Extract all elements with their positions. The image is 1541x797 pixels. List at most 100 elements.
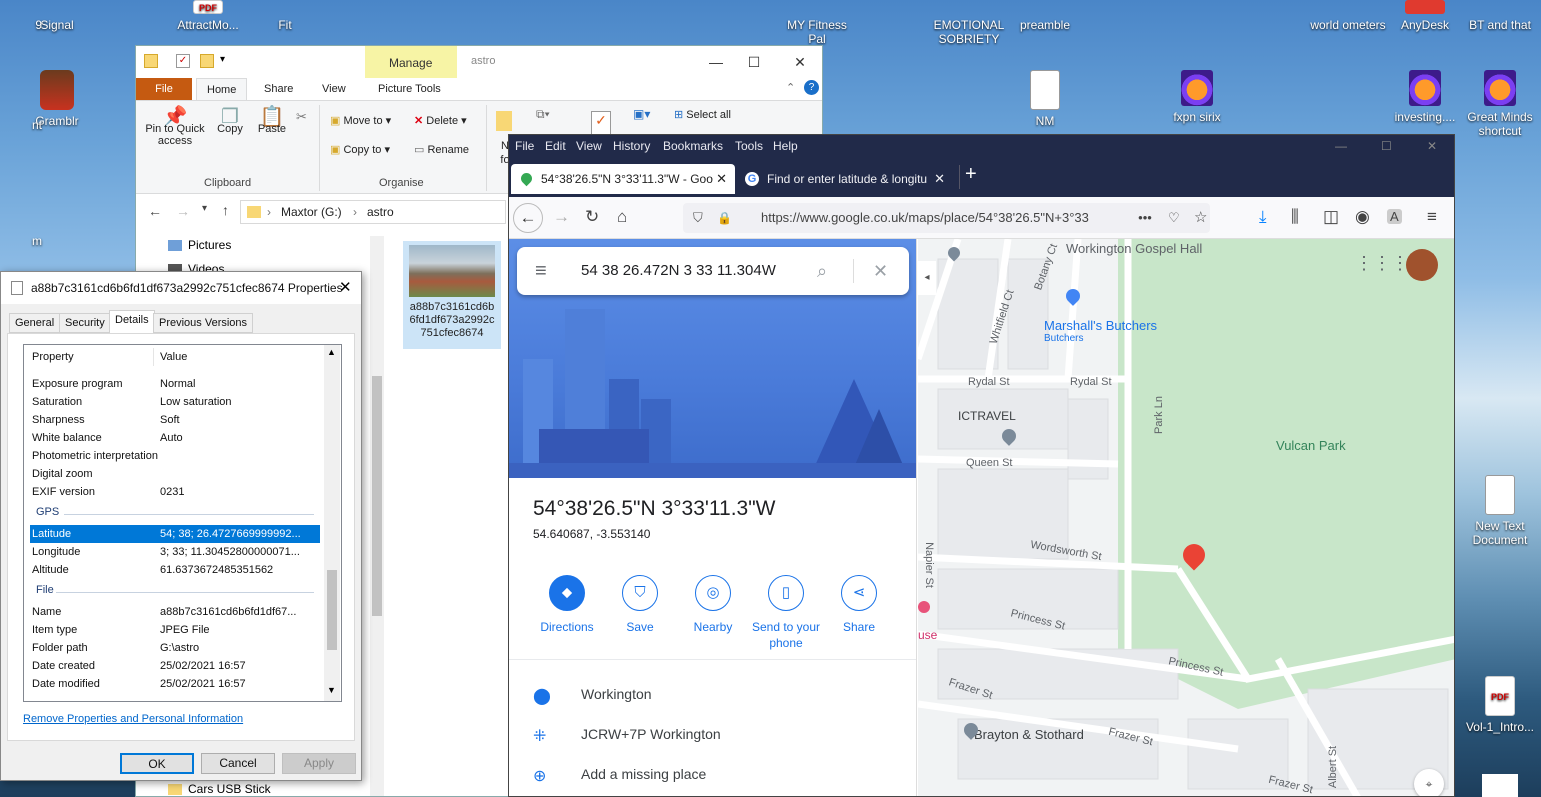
place-marker-icon[interactable] (918, 601, 930, 613)
property-row[interactable]: Exposure program Normal (30, 375, 320, 393)
menu-tools[interactable]: Tools (735, 139, 763, 153)
property-row[interactable]: Date created 25/02/2021 16:57 (30, 657, 320, 675)
tab-share[interactable]: Share (254, 78, 303, 100)
properties-icon[interactable]: ✓ (176, 54, 190, 68)
property-row[interactable]: Saturation Low saturation (30, 393, 320, 411)
column-header-value[interactable]: Value (160, 348, 308, 366)
sidebar-icon[interactable]: ◫ (1323, 207, 1339, 227)
browser-tab-maps[interactable]: 54°38'26.5"N 3°33'11.3"W - Goo ✕ (511, 164, 735, 194)
copy-to-button[interactable]: ▣ Copy to ▾ (330, 144, 390, 156)
page-actions-icon[interactable]: ••• (1128, 203, 1162, 233)
pocket-icon[interactable]: ♡ (1168, 203, 1180, 233)
property-row[interactable]: Digital zoom (30, 465, 320, 483)
property-row[interactable]: Longitude 3; 33; 11.30452800000071... (30, 543, 320, 561)
bookmark-star-icon[interactable]: ☆ (1194, 203, 1207, 233)
send-to-phone-button[interactable]: ▯ Send to your phone (744, 575, 828, 651)
forward-arrow-icon[interactable]: → (176, 203, 190, 219)
menu-hamburger-icon[interactable]: ≡ (535, 247, 547, 295)
close-icon[interactable]: ✕ (1427, 139, 1437, 153)
desktop-icon-nm[interactable]: NM (1005, 70, 1085, 128)
new-tab-plus-icon[interactable]: + (965, 163, 977, 186)
library-icon[interactable]: ⫼ (1291, 207, 1299, 227)
close-tab-icon[interactable]: ✕ (716, 164, 727, 194)
property-row[interactable]: Altitude 61.6373672485351562 (30, 561, 320, 579)
desktop-icon-anydesk[interactable]: AnyDesk (1385, 0, 1465, 32)
desktop-icon-great-minds[interactable]: Great Minds shortcut (1460, 70, 1540, 138)
apply-button[interactable]: Apply (282, 753, 356, 774)
property-row[interactable]: Photometric interpretation (30, 447, 320, 465)
menu-bookmarks[interactable]: Bookmarks (663, 139, 723, 153)
tab-picture-tools[interactable]: Picture Tools (368, 78, 451, 100)
avatar[interactable] (1406, 249, 1438, 281)
help-icon[interactable]: ? (804, 80, 819, 95)
scrollbar-thumb[interactable] (327, 570, 337, 650)
tab-home[interactable]: Home (196, 78, 248, 100)
menu-history[interactable]: History (613, 139, 650, 153)
breadcrumb[interactable]: › Maxtor (G:) › astro (240, 200, 506, 224)
desktop-icon-investing[interactable]: investing.... (1385, 70, 1465, 124)
select-all-button[interactable]: ⊞ Select all (674, 109, 731, 121)
property-row[interactable]: White balance Auto (30, 429, 320, 447)
save-button[interactable]: ⛉ Save (598, 575, 682, 635)
quick-access-dropdown-icon[interactable]: ▾ (220, 54, 225, 65)
move-to-button[interactable]: ▣ Move to ▾ (330, 115, 391, 127)
downloads-icon[interactable]: ⤓ (1259, 207, 1267, 227)
home-icon[interactable]: ⌂ (617, 207, 627, 227)
desktop-icon-new-text[interactable]: New Text Document (1460, 475, 1540, 547)
property-row[interactable]: Name a88b7c3161cd6b6fd1df67... (30, 603, 320, 621)
desktop-icon-bt[interactable]: BT and that (1460, 18, 1540, 32)
maps-search-box[interactable]: ≡ 54 38 26.472N 3 33 11.304W ⌕ ✕ (517, 247, 909, 295)
recent-chevron-down-icon[interactable]: ▾ (202, 203, 207, 214)
ribbon-collapse-icon[interactable]: ⌃ (786, 81, 795, 94)
property-row[interactable]: Date modified 25/02/2021 16:57 (30, 675, 320, 693)
property-row[interactable]: EXIF version 0231 (30, 483, 320, 501)
reload-icon[interactable]: ↻ (585, 207, 599, 227)
details-list[interactable]: Property Value Exposure program Normal Sat… (23, 344, 342, 702)
apps-grid-icon[interactable]: ⋮⋮⋮ (1355, 253, 1409, 274)
map-label-brayton[interactable]: Brayton & Stothard (974, 727, 1084, 742)
new-folder-icon[interactable] (200, 54, 214, 68)
up-arrow-icon[interactable]: ↑ (222, 202, 229, 218)
tree-scrollbar[interactable] (370, 236, 384, 796)
explorer-titlebar[interactable]: ✓ ▾ Manage astro — ☐ ✕ (136, 46, 822, 100)
close-tab-icon[interactable]: ✕ (932, 164, 947, 194)
desktop-icon-attractmo[interactable]: PDF AttractMo... (168, 0, 248, 32)
property-row[interactable]: Item type JPEG File (30, 621, 320, 639)
properties-dialog[interactable]: a88b7c3161cd6b6fd1df673a2992c751cfec8674… (0, 271, 362, 781)
back-arrow-icon[interactable]: ← (148, 203, 162, 219)
tab-previous-versions[interactable]: Previous Versions (153, 313, 254, 333)
minimize-icon[interactable]: — (1335, 139, 1347, 153)
file-thumbnail-item[interactable]: a88b7c3161cd6b6fd1df673a2992c751cfec8674 (403, 241, 501, 349)
new-item-icon[interactable]: ⧉▾ (536, 107, 550, 122)
browser-tab-latlong[interactable]: G Find or enter latitude & longitu ✕ (737, 164, 951, 194)
map-label-vulcan-park[interactable]: Vulcan Park (1276, 438, 1346, 453)
url-bar[interactable]: ⛉ 🔒 https://www.google.co.uk/maps/place/… (683, 203, 1210, 233)
desktop-icon-emotional-sobriety[interactable]: EMOTIONAL SOBRIETY (929, 18, 1009, 46)
map-label-gospel-hall[interactable]: Workington Gospel Hall (1066, 241, 1202, 256)
tab-view[interactable]: View (312, 78, 356, 100)
desktop-icon-fxpn[interactable]: fxpn sirix (1157, 70, 1237, 124)
search-input[interactable]: 54 38 26.472N 3 33 11.304W (581, 247, 776, 295)
maximize-icon[interactable]: ☐ (744, 52, 764, 72)
share-button[interactable]: ⋖ Share (817, 575, 901, 635)
extension-icon[interactable]: A (1387, 209, 1402, 224)
property-row[interactable]: Sharpness Soft (30, 411, 320, 429)
close-icon[interactable]: ✕ (339, 278, 352, 296)
cancel-button[interactable]: Cancel (201, 753, 275, 774)
rename-button[interactable]: ▭ Rename (414, 144, 469, 156)
cut-icon[interactable]: ✂ (296, 109, 307, 125)
menu-edit[interactable]: Edit (545, 139, 566, 153)
desktop-icon-vol1[interactable]: PDF Vol-1_Intro... (1460, 676, 1540, 734)
minimize-icon[interactable]: — (706, 52, 726, 72)
open-icon[interactable]: ▣▾ (633, 107, 650, 121)
tree-item-pictures[interactable]: Pictures (168, 238, 231, 252)
details-scrollbar[interactable]: ▲ ▼ (324, 345, 340, 701)
menu-hamburger-icon[interactable]: ≡ (1427, 207, 1437, 227)
back-arrow-icon[interactable]: ← (513, 203, 543, 233)
close-icon[interactable]: ✕ (790, 52, 810, 72)
maximize-icon[interactable]: ☐ (1381, 139, 1392, 153)
ok-button[interactable]: OK (120, 753, 194, 774)
property-row[interactable]: Latitude 54; 38; 26.4727669999992... (29, 524, 321, 544)
breadcrumb-folder[interactable]: astro (367, 201, 394, 223)
chevron-up-icon[interactable]: ▲ (327, 347, 336, 357)
